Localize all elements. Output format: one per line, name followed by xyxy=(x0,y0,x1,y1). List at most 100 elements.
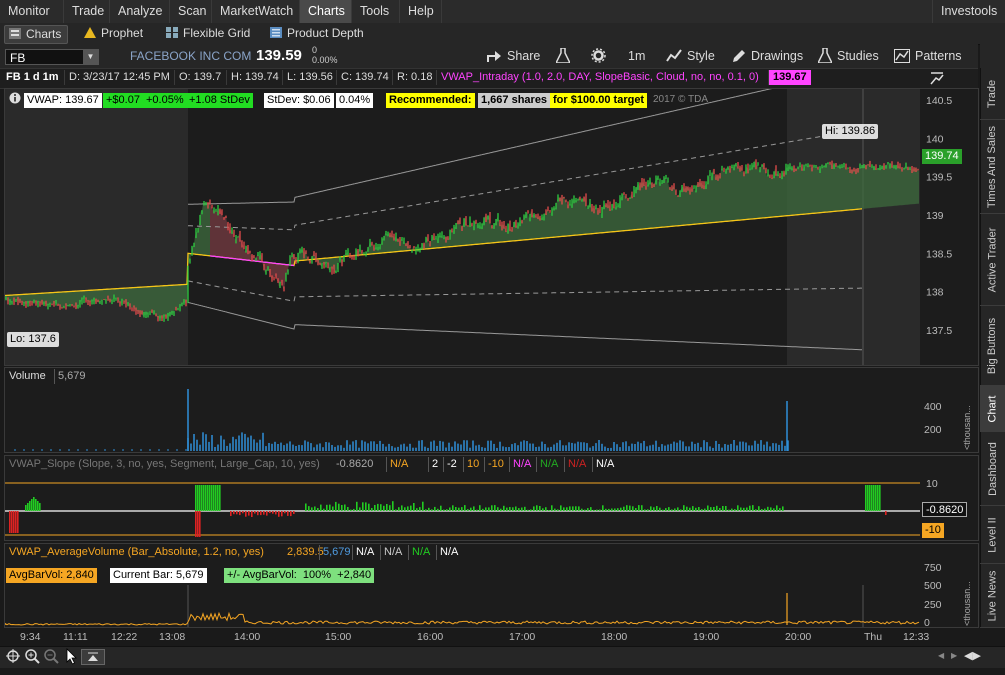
scroll-right-icon[interactable]: ▶ xyxy=(951,651,957,660)
time-tick: 14:00 xyxy=(234,631,261,643)
slope-bar xyxy=(239,511,241,516)
avgvol-title[interactable]: VWAP_AverageVolume (Bar_Absolute, 1.2, n… xyxy=(6,545,267,560)
menu-analyze[interactable]: Analyze xyxy=(110,0,170,23)
subtab-prophet[interactable]: Prophet xyxy=(80,25,149,42)
expand-panel-button[interactable] xyxy=(81,649,105,665)
gear-icon xyxy=(591,48,606,63)
menu-trade[interactable]: Trade xyxy=(64,0,110,23)
slope-bar xyxy=(581,508,583,511)
menu-monitor[interactable]: Monitor xyxy=(0,0,64,23)
slope-bar xyxy=(389,505,391,511)
slope-bar xyxy=(434,506,436,511)
sidetab-live-news[interactable]: Live News xyxy=(980,564,1005,628)
grid-icon xyxy=(166,27,178,38)
sidetab-chart[interactable]: Chart xyxy=(980,386,1005,432)
symbol-dropdown-button[interactable]: ▼ xyxy=(83,50,98,64)
slope-bar xyxy=(683,505,685,511)
studies-button[interactable]: Studies xyxy=(812,46,885,66)
info-circle-icon[interactable] xyxy=(9,92,21,107)
subtab-product-depth[interactable]: Product Depth xyxy=(266,25,370,42)
slope-bar xyxy=(201,485,203,511)
subtab-charts[interactable]: Charts xyxy=(4,25,69,44)
style-button[interactable]: Style xyxy=(660,46,721,66)
zoom-out-icon[interactable] xyxy=(44,649,59,667)
crosshair-icon[interactable] xyxy=(6,649,20,666)
slope-bar xyxy=(482,508,484,511)
info-low: L: 139.56 xyxy=(282,70,337,85)
slope-bar xyxy=(213,485,215,511)
slope-bar xyxy=(199,511,201,537)
info-study-value: 139.67 xyxy=(768,70,811,85)
slope-bar xyxy=(37,501,39,511)
time-tick: 18:00 xyxy=(601,631,628,643)
info-close: C: 139.74 xyxy=(336,70,393,85)
patterns-label: Patterns xyxy=(915,49,962,63)
volume-chart[interactable] xyxy=(5,385,920,452)
sidetab-trade[interactable]: Trade xyxy=(980,68,1005,120)
sidetab-big-buttons[interactable]: Big Buttons xyxy=(980,306,1005,386)
drawings-button[interactable]: Drawings xyxy=(726,46,809,66)
slope-bar xyxy=(662,509,664,511)
slope-cell-1: N/A xyxy=(386,457,411,472)
slope-bar xyxy=(873,485,875,511)
menu-tools[interactable]: Tools xyxy=(352,0,400,23)
menu-marketwatch[interactable]: MarketWatch xyxy=(212,0,300,23)
slope-bar xyxy=(542,508,544,511)
slope-bar xyxy=(773,508,775,511)
menu-scan[interactable]: Scan xyxy=(170,0,212,23)
share-button[interactable]: Share xyxy=(480,46,546,66)
slope-bar xyxy=(383,505,385,511)
sidetab-level-ii[interactable]: Level II xyxy=(980,506,1005,564)
slope-bar xyxy=(323,508,325,511)
slope-bar xyxy=(869,485,871,511)
settings-button[interactable] xyxy=(585,46,617,66)
subtab-prophet-label: Prophet xyxy=(101,26,144,40)
slope-bar xyxy=(341,505,343,511)
subtab-flexible-grid[interactable]: Flexible Grid xyxy=(162,25,256,42)
slope-bar xyxy=(470,507,472,511)
price-chart[interactable] xyxy=(5,89,920,365)
sidetab-level-ii-label: Level II xyxy=(986,516,999,553)
sidetab-times-and-sales[interactable]: Times And Sales xyxy=(980,120,1005,214)
slope-bar xyxy=(515,506,517,511)
slope-bar xyxy=(251,511,253,517)
slope-bar xyxy=(530,509,532,511)
slope-title[interactable]: VWAP_Slope (Slope, 3, no, yes, Segment, … xyxy=(6,457,331,472)
current-bar-label: Current Bar: 5,679 xyxy=(110,568,207,583)
expand-horizontal-icon[interactable]: ◀▶ xyxy=(964,649,981,662)
time-tick: 13:08 xyxy=(159,631,186,643)
sidetab-active-trader[interactable]: Active Trader xyxy=(980,214,1005,306)
slope-bar xyxy=(320,504,322,511)
slope-bar xyxy=(293,511,295,514)
slope-chart[interactable] xyxy=(5,474,920,540)
slope-bar xyxy=(317,508,319,511)
menu-charts[interactable]: Charts xyxy=(300,0,352,23)
menu-help[interactable]: Help xyxy=(400,0,442,23)
hi-label: Hi: 139.86 xyxy=(822,124,879,139)
slope-cell-7: N/A xyxy=(536,457,561,472)
interval-button[interactable]: 1m xyxy=(622,46,651,66)
avgbarvol-label: AvgBarVol: 2,840 xyxy=(6,568,97,583)
slope-bar xyxy=(689,507,691,511)
sidetab-dashboard[interactable]: Dashboard xyxy=(980,432,1005,506)
depth-icon xyxy=(270,27,282,38)
drawings-label: Drawings xyxy=(751,49,804,63)
zoom-indicator-icon[interactable] xyxy=(930,69,944,88)
slope-bar xyxy=(9,511,11,533)
slope-bar xyxy=(758,506,760,511)
slope-bar xyxy=(431,509,433,511)
patterns-button[interactable]: Patterns xyxy=(888,46,968,66)
zoom-in-icon[interactable] xyxy=(25,649,40,667)
avgvol-chart[interactable] xyxy=(5,585,920,627)
slope-bar xyxy=(755,509,757,511)
slope-bar xyxy=(614,508,616,511)
lower-band-2 xyxy=(187,301,863,351)
brand-investools[interactable]: Investools xyxy=(932,0,1005,23)
scroll-left-icon[interactable]: ◀ xyxy=(938,651,944,660)
info-study[interactable]: VWAP_Intraday (1.0, 2.0, DAY, SlopeBasic… xyxy=(436,70,763,85)
time-tick: Thu xyxy=(864,631,883,643)
lower-band-1 xyxy=(187,280,862,302)
flask-button[interactable] xyxy=(550,46,581,66)
slope-bar xyxy=(281,511,283,517)
slope-bar xyxy=(452,505,454,511)
